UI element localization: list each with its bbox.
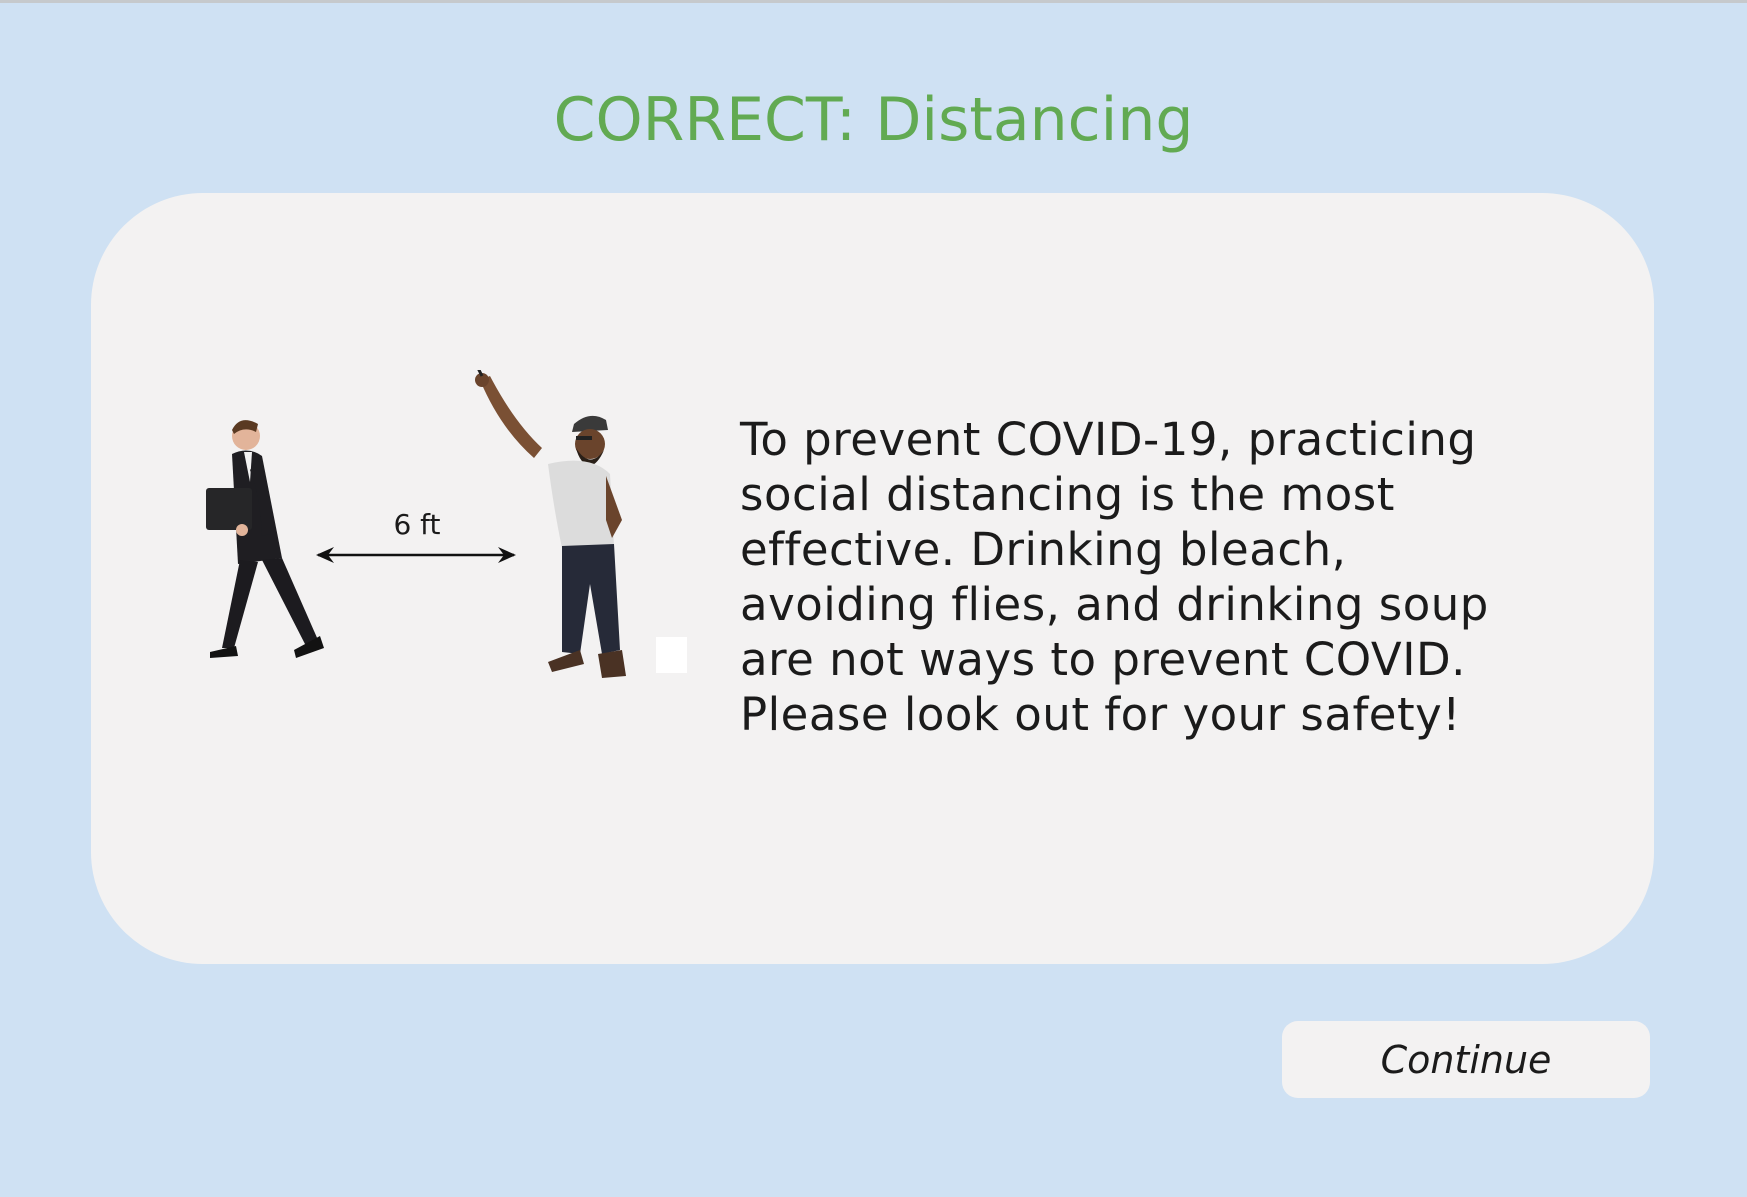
top-border [0,0,1747,3]
message-line: To prevent COVID-19, practicing [740,413,1477,466]
message-line: Please look out for your safety! [740,688,1461,741]
distance-arrow [316,547,516,563]
message-line: social distancing is the most [740,468,1395,521]
title-topic: Distancing [856,85,1194,155]
continue-button[interactable]: Continue [1282,1021,1650,1098]
message-line: effective. Drinking bleach, [740,523,1347,576]
watermark-mark [656,637,687,673]
message-line: are not ways to prevent COVID. [740,633,1466,686]
page-title: CORRECT: Distancing [0,78,1747,162]
message-line: avoiding flies, and drinking soup [740,578,1489,631]
businessman-figure [206,420,324,658]
title-result: CORRECT: [553,85,857,155]
distancing-illustration: 6 ft [206,370,687,678]
feedback-message: To prevent COVID-19, practicing social d… [740,412,1600,742]
distance-label: 6 ft [393,508,440,541]
bearded-man-figure [475,370,626,678]
